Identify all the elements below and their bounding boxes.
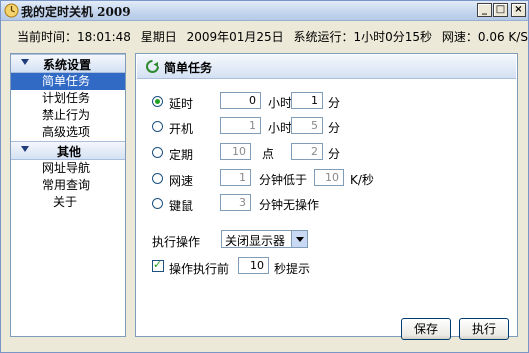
- sidebar-item-plan-task[interactable]: 计划任务: [11, 90, 125, 107]
- sidebar-item-advanced[interactable]: 高级选项: [11, 124, 125, 141]
- app-window: 我的定时关机 2009 _ □ × 当前时间：18:01:48 星期日 2009…: [0, 0, 529, 353]
- radio-boot[interactable]: [152, 121, 163, 132]
- refresh-icon: [146, 60, 159, 73]
- sidebar-item-about[interactable]: 关于: [11, 194, 125, 211]
- option-label: 延时: [169, 97, 194, 111]
- netspeed-threshold-field[interactable]: 10: [314, 169, 344, 186]
- action-select[interactable]: 关闭显示器: [221, 230, 308, 248]
- boot-minutes-field[interactable]: 5: [291, 117, 323, 134]
- delay-minutes-field[interactable]: 1: [291, 92, 323, 109]
- periodic-hour-field[interactable]: 10: [220, 143, 251, 160]
- maximize-button[interactable]: □: [493, 3, 508, 17]
- unit-label: 小时: [268, 121, 293, 135]
- save-button[interactable]: 保存: [401, 318, 451, 340]
- main-header: 简单任务: [137, 55, 516, 79]
- window-title: 我的定时关机 2009: [21, 5, 131, 19]
- option-label: 开机: [169, 122, 194, 136]
- weekday: 星期日: [140, 30, 177, 44]
- unit-label: 分: [328, 147, 341, 161]
- radio-periodic[interactable]: [152, 147, 163, 158]
- app-icon: [4, 3, 19, 18]
- unit-label: K/秒: [350, 173, 374, 187]
- prompt-checkbox[interactable]: [152, 258, 164, 272]
- prompt-suffix: 秒提示: [274, 262, 311, 276]
- sidebar-item-simple-task[interactable]: 简单任务: [11, 73, 125, 90]
- sidebar-item-query[interactable]: 常用查询: [11, 177, 125, 194]
- unit-label: 分钟低于: [259, 173, 308, 187]
- option-label: 定期: [169, 148, 194, 162]
- net-speed: 网速：0.06 K/S: [441, 30, 528, 44]
- sidebar-item-nav[interactable]: 网址导航: [11, 160, 125, 177]
- sidebar-section-system[interactable]: 系统设置: [11, 54, 125, 73]
- execute-button[interactable]: 执行: [459, 318, 509, 340]
- sidebar-item-forbid[interactable]: 禁止行为: [11, 107, 125, 124]
- title-bar[interactable]: 我的定时关机 2009 _ □ ×: [1, 1, 528, 21]
- action-label: 执行操作: [152, 235, 201, 249]
- minimize-button[interactable]: _: [477, 3, 492, 17]
- option-label: 键鼠: [169, 199, 194, 213]
- unit-label: 分: [328, 121, 341, 135]
- delay-hours-field[interactable]: 0: [220, 92, 261, 109]
- prompt-label: 操作执行前: [169, 262, 230, 276]
- sidebar: 系统设置 简单任务 计划任务 禁止行为 高级选项 其他 网址导航 常用查询 关于: [10, 53, 126, 337]
- unit-label: 分: [328, 96, 341, 110]
- sidebar-section-other[interactable]: 其他: [11, 141, 125, 160]
- periodic-minute-field[interactable]: 2: [291, 143, 323, 160]
- keymouse-minutes-field[interactable]: 3: [220, 194, 251, 211]
- collapse-triangle-icon[interactable]: [21, 146, 29, 152]
- netspeed-minutes-field[interactable]: 1: [220, 169, 251, 186]
- unit-label: 分钟无操作: [259, 198, 320, 212]
- unit-label: 小时: [268, 96, 293, 110]
- radio-netspeed[interactable]: [152, 173, 163, 184]
- collapse-triangle-icon[interactable]: [21, 59, 29, 65]
- sidebar-section-title: 其他: [57, 145, 82, 159]
- unit-label: 点: [262, 147, 275, 161]
- sidebar-section-title: 系统设置: [43, 58, 92, 72]
- option-label: 网速: [169, 174, 194, 188]
- close-button[interactable]: ×: [511, 3, 526, 17]
- main-title: 简单任务: [164, 61, 213, 75]
- current-time: 当前时间：18:01:48: [17, 30, 131, 44]
- action-select-value: 关闭显示器: [225, 234, 286, 248]
- chevron-down-icon[interactable]: [291, 231, 307, 247]
- boot-hours-field[interactable]: 1: [220, 117, 261, 134]
- radio-keymouse[interactable]: [152, 198, 163, 209]
- main-panel: 简单任务 延时 0 小时 1 分 开机 1 小时 5 分 定期 10 点 2 分…: [135, 53, 518, 337]
- date: 2009年01月25日: [186, 30, 284, 44]
- radio-delay[interactable]: [152, 96, 163, 107]
- status-line: 当前时间：18:01:48 星期日 2009年01月25日 系统运行：1小时0分…: [17, 28, 529, 45]
- uptime: 系统运行：1小时0分15秒: [293, 30, 433, 44]
- prompt-seconds-field[interactable]: 10: [238, 257, 269, 274]
